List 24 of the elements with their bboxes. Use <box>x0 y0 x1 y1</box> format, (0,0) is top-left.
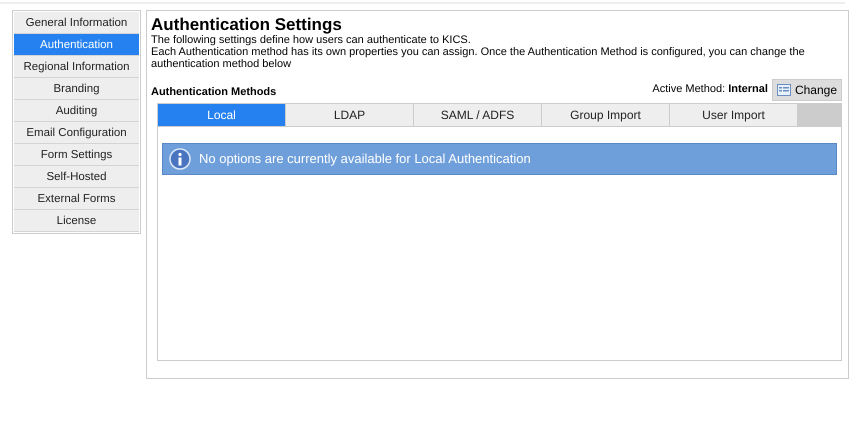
sidebar-item[interactable]: Self-Hosted <box>14 166 139 188</box>
info-message: No options are currently available for Local Authentication <box>199 150 531 168</box>
sidebar-item[interactable]: General Information <box>14 12 139 34</box>
description-text: Each Authentication method has its own properties you can assign. Once the Authentication Method is configured, you can change the authentication method below <box>151 46 806 70</box>
sidebar-item[interactable]: Form Settings <box>14 144 139 166</box>
info-icon <box>169 148 191 170</box>
method-tab[interactable]: User Import <box>670 104 798 126</box>
change-button[interactable]: Change <box>772 78 842 100</box>
description-text: The following settings define how users can authenticate to KICS. <box>151 34 472 46</box>
sidebar-item[interactable]: Email Configuration <box>14 122 139 144</box>
sidebar-item[interactable]: License <box>14 210 139 232</box>
list-icon <box>776 84 791 96</box>
sidebar-item[interactable]: Auditing <box>14 100 139 122</box>
method-tab[interactable]: Local <box>158 104 286 126</box>
method-tab[interactable]: SAML / ADFS <box>414 104 542 126</box>
method-tab[interactable]: LDAP <box>286 104 414 126</box>
section-heading: Authentication Methods <box>151 85 276 100</box>
sidebar-item[interactable]: Regional Information <box>14 56 139 78</box>
sidebar-item[interactable]: Authentication <box>14 34 139 56</box>
page-title: Authentication Settings <box>151 15 343 34</box>
method-tab[interactable]: Group Import <box>542 104 670 126</box>
sidebar-item[interactable]: External Forms <box>14 188 139 210</box>
active-method-text: Active Method: Internal <box>652 82 768 98</box>
sidebar-item[interactable]: Branding <box>14 78 139 100</box>
